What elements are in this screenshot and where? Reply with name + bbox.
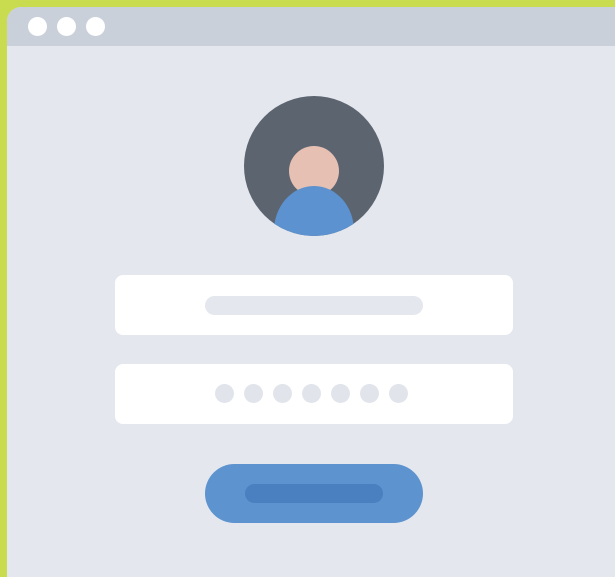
password-mask-dot <box>244 384 263 403</box>
password-mask-dot <box>215 384 234 403</box>
login-button[interactable] <box>205 464 423 523</box>
maximize-window-button[interactable] <box>86 17 105 36</box>
password-mask-dot <box>360 384 379 403</box>
close-window-button[interactable] <box>28 17 47 36</box>
password-mask-dot <box>389 384 408 403</box>
password-mask-dot <box>331 384 350 403</box>
password-mask <box>215 384 408 403</box>
password-field[interactable] <box>115 364 513 424</box>
password-mask-dot <box>302 384 321 403</box>
minimize-window-button[interactable] <box>57 17 76 36</box>
username-placeholder-bar <box>205 296 423 315</box>
login-button-label-bar <box>245 484 383 503</box>
user-avatar-icon <box>244 96 384 236</box>
window-titlebar <box>7 7 615 46</box>
username-field[interactable] <box>115 275 513 335</box>
avatar-body <box>274 186 354 236</box>
password-mask-dot <box>273 384 292 403</box>
login-window <box>7 7 615 577</box>
